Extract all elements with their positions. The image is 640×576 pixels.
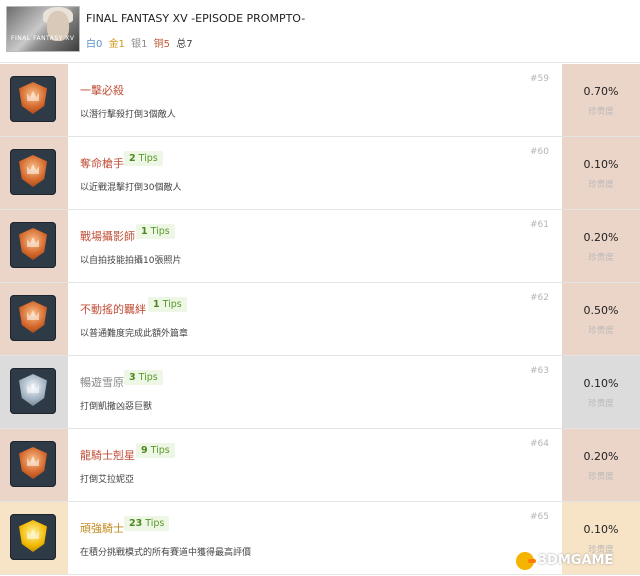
trophy-icon-cell bbox=[0, 283, 68, 355]
tips-badge[interactable]: 2 Tips bbox=[124, 151, 163, 166]
tips-label: Tips bbox=[150, 445, 170, 456]
trophy-percent: 0.10% bbox=[583, 158, 619, 171]
tips-count: 23 bbox=[129, 518, 143, 529]
tips-count: 1 bbox=[141, 226, 148, 237]
trophy-description: 打倒凱撒凶惡巨獸 bbox=[80, 402, 153, 412]
trophy-badge-icon[interactable] bbox=[10, 368, 56, 414]
trophy-badge-icon[interactable] bbox=[10, 149, 56, 195]
trophy-name[interactable]: 戰場攝影師 bbox=[80, 228, 135, 244]
trophy-number: #65 bbox=[530, 512, 549, 522]
trophy-rarity-label: 珍贵度 bbox=[588, 399, 614, 409]
trophy-name[interactable]: 一擊必殺 bbox=[80, 82, 124, 98]
trophy-name[interactable]: 頑強騎士 bbox=[80, 520, 124, 536]
trophy-percent: 0.20% bbox=[583, 231, 619, 244]
tips-label: Tips bbox=[138, 372, 158, 383]
trophy-rarity-label: 珍贵度 bbox=[588, 253, 614, 263]
tips-label: Tips bbox=[145, 518, 165, 529]
trophy-number: #63 bbox=[530, 366, 549, 376]
tips-badge[interactable]: 3 Tips bbox=[124, 370, 163, 385]
trophy-description: 以潛行擊殺打倒3個敵人 bbox=[80, 110, 176, 120]
game-title[interactable]: FINAL FANTASY XV -EPISODE PROMPTO- bbox=[86, 12, 305, 25]
trophy-icon-cell bbox=[0, 210, 68, 282]
trophy-rate-cell: 0.10% 珍贵度 bbox=[562, 356, 640, 428]
trophy-badge-icon[interactable] bbox=[10, 441, 56, 487]
trophy-rate-cell: 0.70% 珍贵度 bbox=[562, 64, 640, 136]
trophy-icon-cell bbox=[0, 429, 68, 501]
trophy-number: #59 bbox=[530, 74, 549, 84]
tips-count: 9 bbox=[141, 445, 148, 456]
trophy-row[interactable]: 奪命槍手 2 Tips 以近戰混擊打倒30個敵人 #60 0.10% 珍贵度 bbox=[0, 137, 640, 210]
trophy-badge-icon[interactable] bbox=[10, 222, 56, 268]
cover-logo-text: FINAL FANTASY XV bbox=[11, 35, 75, 42]
trophy-rate-cell: 0.20% 珍贵度 bbox=[562, 210, 640, 282]
count-silver: 银1 bbox=[131, 39, 148, 50]
game-header: FINAL FANTASY XV FINAL FANTASY XV -EPISO… bbox=[0, 0, 640, 63]
trophy-row[interactable]: 戰場攝影師 1 Tips 以自拍技能拍攝10張照片 #61 0.20% 珍贵度 bbox=[0, 210, 640, 283]
tips-badge[interactable]: 9 Tips bbox=[136, 443, 175, 458]
trophy-number: #64 bbox=[530, 439, 549, 449]
trophy-row[interactable]: 不動搖的羈絆 1 Tips 以普通難度完成此額外篇章 #62 0.50% 珍贵度 bbox=[0, 283, 640, 356]
tips-count: 2 bbox=[129, 153, 136, 164]
count-platinum: 白0 bbox=[86, 39, 103, 50]
trophy-description: 以近戰混擊打倒30個敵人 bbox=[80, 183, 182, 193]
trophy-badge-icon[interactable] bbox=[10, 514, 56, 560]
tips-label: Tips bbox=[150, 226, 170, 237]
trophy-icon-cell bbox=[0, 356, 68, 428]
trophy-number: #61 bbox=[530, 220, 549, 230]
trophy-description: 打倒艾拉妮亞 bbox=[80, 475, 135, 485]
tips-count: 1 bbox=[153, 299, 160, 310]
trophy-icon-cell bbox=[0, 137, 68, 209]
trophy-rarity-label: 珍贵度 bbox=[588, 107, 614, 117]
count-total: 总7 bbox=[176, 39, 193, 50]
trophy-counts: 白0 金1 银1 铜5 总7 bbox=[86, 35, 196, 50]
count-bronze: 铜5 bbox=[153, 39, 171, 50]
tips-badge[interactable]: 1 Tips bbox=[136, 224, 175, 239]
trophy-icon-cell bbox=[0, 502, 68, 574]
trophy-name[interactable]: 龍騎士剋星 bbox=[80, 447, 135, 463]
trophy-percent: 0.10% bbox=[583, 523, 619, 536]
site-watermark: 3DMGAME bbox=[516, 550, 636, 572]
trophy-row[interactable]: 暢遊雪原 3 Tips 打倒凱撒凶惡巨獸 #63 0.10% 珍贵度 bbox=[0, 356, 640, 429]
trophy-badge-icon[interactable] bbox=[10, 76, 56, 122]
trophy-row[interactable]: 一擊必殺 以潛行擊殺打倒3個敵人 #59 0.70% 珍贵度 bbox=[0, 64, 640, 137]
trophy-rarity-label: 珍贵度 bbox=[588, 326, 614, 336]
tips-count: 3 bbox=[129, 372, 136, 383]
trophy-name[interactable]: 不動搖的羈絆 bbox=[80, 301, 146, 317]
trophy-name[interactable]: 奪命槍手 bbox=[80, 155, 124, 171]
trophy-percent: 0.50% bbox=[583, 304, 619, 317]
trophy-rate-cell: 0.20% 珍贵度 bbox=[562, 429, 640, 501]
trophy-description: 以自拍技能拍攝10張照片 bbox=[80, 256, 182, 266]
game-cover-thumbnail[interactable]: FINAL FANTASY XV bbox=[6, 6, 80, 52]
watermark-text: 3DMGAME bbox=[538, 553, 614, 568]
trophy-rate-cell: 0.10% 珍贵度 bbox=[562, 137, 640, 209]
tips-badge[interactable]: 23 Tips bbox=[124, 516, 170, 531]
tips-badge[interactable]: 1 Tips bbox=[148, 297, 187, 312]
trophy-percent: 0.20% bbox=[583, 450, 619, 463]
trophy-row[interactable]: 龍騎士剋星 9 Tips 打倒艾拉妮亞 #64 0.20% 珍贵度 bbox=[0, 429, 640, 502]
trophy-rate-cell: 0.50% 珍贵度 bbox=[562, 283, 640, 355]
trophy-description: 在積分挑戰模式的所有賽道中獲得最高評價 bbox=[80, 548, 252, 558]
trophy-percent: 0.70% bbox=[583, 85, 619, 98]
trophy-icon-cell bbox=[0, 64, 68, 136]
trophy-number: #60 bbox=[530, 147, 549, 157]
tips-label: Tips bbox=[162, 299, 182, 310]
trophy-percent: 0.10% bbox=[583, 377, 619, 390]
trophy-number: #62 bbox=[530, 293, 549, 303]
duck-logo-icon bbox=[516, 552, 536, 570]
count-gold: 金1 bbox=[108, 39, 125, 50]
trophy-rarity-label: 珍贵度 bbox=[588, 180, 614, 190]
trophy-badge-icon[interactable] bbox=[10, 295, 56, 341]
trophy-description: 以普通難度完成此額外篇章 bbox=[80, 329, 189, 339]
tips-label: Tips bbox=[138, 153, 158, 164]
trophy-rarity-label: 珍贵度 bbox=[588, 472, 614, 482]
trophy-name[interactable]: 暢遊雪原 bbox=[80, 374, 124, 390]
